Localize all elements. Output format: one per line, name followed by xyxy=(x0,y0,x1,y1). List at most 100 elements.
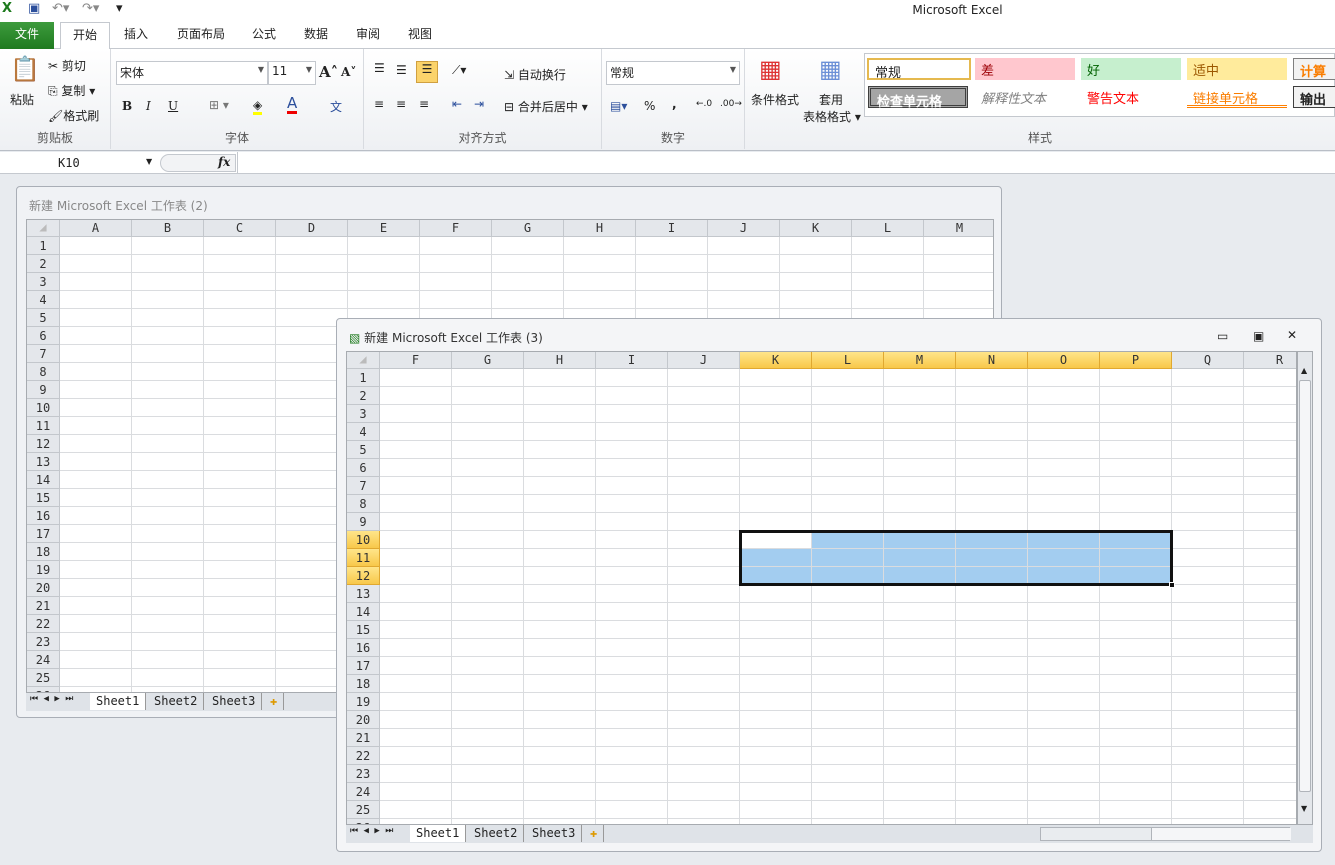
cell-A12[interactable] xyxy=(60,435,132,453)
cell-O24[interactable] xyxy=(1028,783,1100,801)
percent-button[interactable]: % xyxy=(644,99,655,113)
cell-R21[interactable] xyxy=(1244,729,1296,747)
cell-R19[interactable] xyxy=(1244,693,1296,711)
cell-G16[interactable] xyxy=(452,639,524,657)
cell-G3[interactable] xyxy=(492,273,564,291)
font-color-button[interactable]: A xyxy=(287,96,298,114)
cell-N10[interactable] xyxy=(956,531,1028,549)
cell-C16[interactable] xyxy=(204,507,276,525)
column-header-A[interactable]: A xyxy=(60,220,132,237)
cell-R3[interactable] xyxy=(1244,405,1296,423)
number-format-select[interactable]: 常规 ▼ xyxy=(606,61,740,85)
column-header-I[interactable]: I xyxy=(636,220,708,237)
cell-M4[interactable] xyxy=(924,291,993,309)
cell-P9[interactable] xyxy=(1100,513,1172,531)
cell-R12[interactable] xyxy=(1244,567,1296,585)
name-box-dropdown-icon[interactable]: ▼ xyxy=(146,157,152,166)
cell-P24[interactable] xyxy=(1100,783,1172,801)
cell-B2[interactable] xyxy=(132,255,204,273)
cell-Q10[interactable] xyxy=(1172,531,1244,549)
cell-R9[interactable] xyxy=(1244,513,1296,531)
cell-I12[interactable] xyxy=(596,567,668,585)
cell-A7[interactable] xyxy=(60,345,132,363)
cell-G11[interactable] xyxy=(452,549,524,567)
grow-font-button[interactable]: A˄ xyxy=(319,63,338,81)
cell-F1[interactable] xyxy=(420,237,492,255)
paste-icon[interactable]: 📋 xyxy=(10,55,40,83)
cell-Q23[interactable] xyxy=(1172,765,1244,783)
cell-N9[interactable] xyxy=(956,513,1028,531)
cell-J20[interactable] xyxy=(668,711,740,729)
cell-R14[interactable] xyxy=(1244,603,1296,621)
cell-O13[interactable] xyxy=(1028,585,1100,603)
column-header-G[interactable]: G xyxy=(492,220,564,237)
cell-J11[interactable] xyxy=(668,549,740,567)
cell-F21[interactable] xyxy=(380,729,452,747)
cell-C24[interactable] xyxy=(204,651,276,669)
style-warning[interactable]: 警告文本 xyxy=(1081,86,1181,108)
column-header-R[interactable]: R xyxy=(1244,352,1296,369)
cell-A8[interactable] xyxy=(60,363,132,381)
row-header-2[interactable]: 2 xyxy=(27,255,60,273)
cell-A14[interactable] xyxy=(60,471,132,489)
sheet-nav-buttons[interactable]: ⏮ ◀ ▶ ⏭ xyxy=(30,694,73,704)
cell-H1[interactable] xyxy=(524,369,596,387)
cell-K22[interactable] xyxy=(740,747,812,765)
column-header-E[interactable]: E xyxy=(348,220,420,237)
cell-M12[interactable] xyxy=(884,567,956,585)
sheet-tab-Sheet3[interactable]: Sheet3 xyxy=(526,825,583,842)
style-bad[interactable]: 差 xyxy=(975,58,1075,80)
column-header-F[interactable]: F xyxy=(420,220,492,237)
cell-J12[interactable] xyxy=(668,567,740,585)
cell-B23[interactable] xyxy=(132,633,204,651)
cell-O21[interactable] xyxy=(1028,729,1100,747)
cell-L3[interactable] xyxy=(812,405,884,423)
cell-C15[interactable] xyxy=(204,489,276,507)
cell-P11[interactable] xyxy=(1100,549,1172,567)
tab-page-layout[interactable]: 页面布局 xyxy=(168,22,234,49)
row-header-4[interactable]: 4 xyxy=(27,291,60,309)
cell-K3[interactable] xyxy=(740,405,812,423)
cell-A16[interactable] xyxy=(60,507,132,525)
cell-I14[interactable] xyxy=(596,603,668,621)
wrap-text-button[interactable]: ⇲ 自动换行 xyxy=(504,66,566,83)
cell-L2[interactable] xyxy=(812,387,884,405)
cell-L1[interactable] xyxy=(852,237,924,255)
paste-button[interactable]: 粘贴 xyxy=(10,91,34,108)
cell-N5[interactable] xyxy=(956,441,1028,459)
cell-H11[interactable] xyxy=(524,549,596,567)
column-header-L[interactable]: L xyxy=(852,220,924,237)
cell-R17[interactable] xyxy=(1244,657,1296,675)
increase-indent-icon[interactable]: ⇥ xyxy=(474,97,484,111)
cell-G22[interactable] xyxy=(452,747,524,765)
cell-O1[interactable] xyxy=(1028,369,1100,387)
cell-L19[interactable] xyxy=(812,693,884,711)
cell-J10[interactable] xyxy=(668,531,740,549)
cell-J13[interactable] xyxy=(668,585,740,603)
cell-F14[interactable] xyxy=(380,603,452,621)
cell-E1[interactable] xyxy=(348,237,420,255)
cell-J7[interactable] xyxy=(668,477,740,495)
cell-P1[interactable] xyxy=(1100,369,1172,387)
cell-G17[interactable] xyxy=(452,657,524,675)
cell-K16[interactable] xyxy=(740,639,812,657)
cell-I17[interactable] xyxy=(596,657,668,675)
cell-C6[interactable] xyxy=(204,327,276,345)
row-header-20[interactable]: 20 xyxy=(347,711,380,729)
cell-J1[interactable] xyxy=(708,237,780,255)
column-header-M[interactable]: M xyxy=(884,352,956,369)
cell-B7[interactable] xyxy=(132,345,204,363)
row-header-11[interactable]: 11 xyxy=(347,549,380,567)
cell-K8[interactable] xyxy=(740,495,812,513)
fx-button[interactable]: fx xyxy=(218,155,230,169)
cell-A15[interactable] xyxy=(60,489,132,507)
cell-Q13[interactable] xyxy=(1172,585,1244,603)
cell-H16[interactable] xyxy=(524,639,596,657)
cell-P19[interactable] xyxy=(1100,693,1172,711)
cell-I18[interactable] xyxy=(596,675,668,693)
row-header-25[interactable]: 25 xyxy=(347,801,380,819)
cell-L13[interactable] xyxy=(812,585,884,603)
cell-B24[interactable] xyxy=(132,651,204,669)
cell-G10[interactable] xyxy=(452,531,524,549)
cell-G3[interactable] xyxy=(452,405,524,423)
